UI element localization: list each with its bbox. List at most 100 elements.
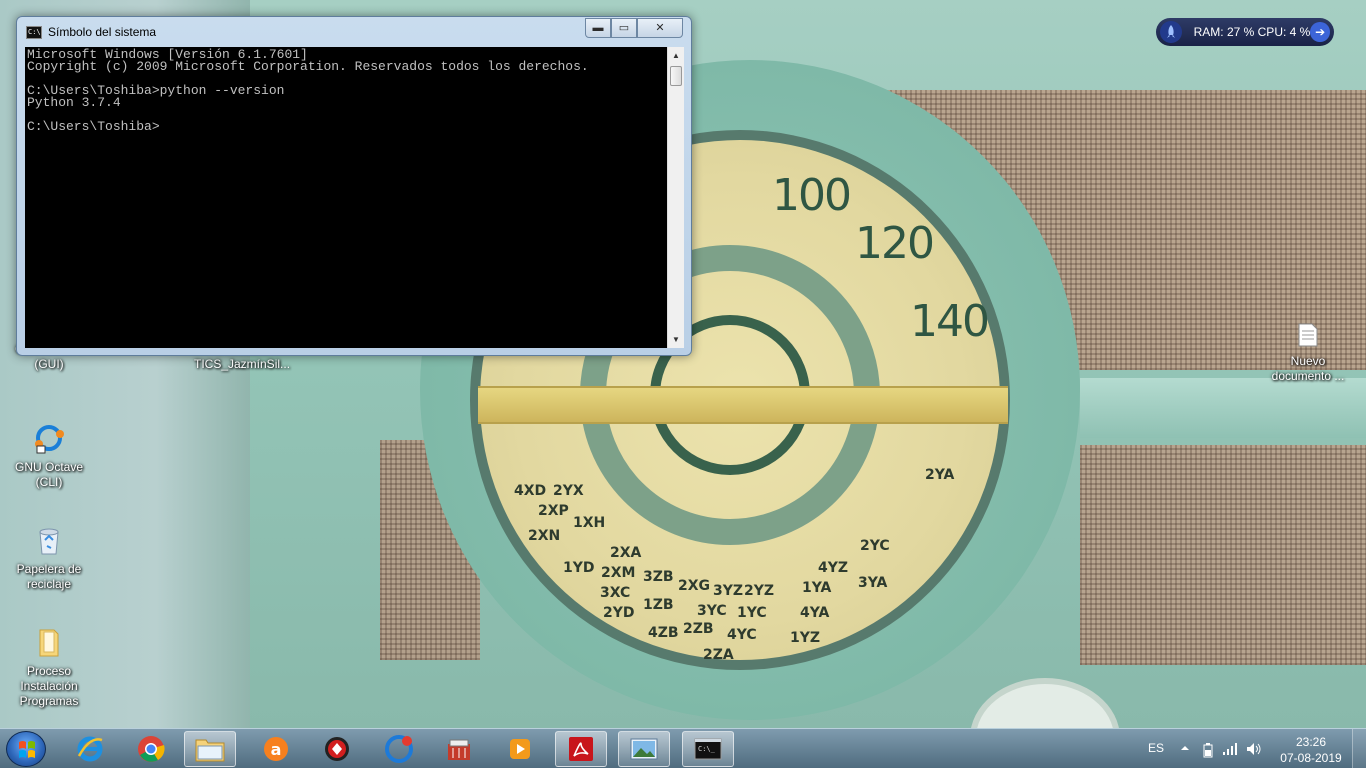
taskbar-video-player[interactable] [494,731,546,767]
dial-station-label: 4YZ [818,560,849,576]
desktop-icon-label: Papelera de reciclaje [16,562,82,591]
internet-explorer-icon [77,736,103,762]
console-icon: C:\ [26,26,42,39]
red-app-icon [325,737,349,761]
console-line: Copyright (c) 2009 Microsoft Corporation… [27,59,589,74]
taskbar-chrome[interactable] [125,731,177,767]
taskbar-file-explorer[interactable] [184,731,236,767]
window-title: Símbolo del sistema [48,25,157,39]
wallpaper-dial-band [478,386,1008,424]
console-line: C:\Users\Toshiba> [27,119,160,134]
rocket-icon [1160,21,1182,43]
dial-station-label: 2YA [925,467,955,483]
dial-station-label: 4YA [800,605,830,621]
wallpaper-speaker-grille [1080,445,1366,665]
dial-station-label: 2YC [860,538,890,554]
volume-icon[interactable] [1246,742,1262,759]
scroll-down-button[interactable]: ▼ [668,331,684,348]
start-button[interactable] [6,731,46,767]
clock-date: 07-08-2019 [1280,751,1342,765]
battery-icon[interactable] [1202,742,1214,761]
dial-station-label: 2XP [538,503,569,519]
taskbar-media-app[interactable] [433,731,485,767]
minimize-button[interactable]: ▬ [585,18,611,38]
wallpaper-trim [1080,378,1366,438]
dial-station-label: 1YC [737,605,767,621]
windows-logo-icon [19,741,35,758]
svg-text:C:\_: C:\_ [698,745,716,753]
dial-station-label: 1YZ [790,630,821,646]
dial-station-label: 3YZ [713,583,744,599]
file-explorer-icon [195,739,225,762]
image-viewer-icon [630,738,658,760]
dial-station-label: 3YC [697,603,727,619]
folder-icon [1,628,97,662]
taskbar-red-app[interactable] [311,731,363,767]
media-app-icon [448,739,470,760]
gadget-stats: RAM: 27 % CPU: 4 % [1193,25,1311,39]
scroll-up-button[interactable]: ▲ [668,47,684,64]
desktop-icon-proceso[interactable]: Proceso Instalación Programas [1,628,97,709]
chrome-icon [138,736,165,762]
network-signal-icon[interactable] [1222,742,1238,759]
maximize-button[interactable]: ▭ [611,18,637,38]
command-prompt-icon: C:\_ [694,738,722,760]
system-monitor-gadget[interactable]: RAM: 27 % CPU: 4 % ➔ [1156,18,1334,46]
dial-station-label: 2ZA [703,647,734,663]
show-desktop-button[interactable] [1352,729,1366,768]
console-line: C:\Users\Toshiba>python --version [27,83,285,98]
dial-station-label: 2XG [678,578,711,594]
dial-station-label: 2YZ [744,583,775,599]
command-prompt-window[interactable]: C:\ Símbolo del sistema ▬ ▭ ✕ Microsoft … [16,16,692,356]
video-player-icon [510,739,530,759]
dial-station-label: 3ZB [643,569,674,585]
dial-number: 100 [772,170,852,221]
language-indicator[interactable]: ES [1148,741,1164,768]
dial-number: 120 [855,218,935,269]
dial-station-label: 1YD [563,560,595,576]
desktop-icon-label: Nuevo documento ... [1271,354,1345,383]
dial-station-label: 2ZB [683,621,714,637]
adobe-reader-icon [569,737,593,761]
dial-station-label: 4YC [727,627,757,643]
console-line: Python 3.7.4 [27,95,121,110]
svg-text:a: a [271,740,282,759]
ccleaner-icon [385,735,413,763]
desktop-icon-label: GNU Octave (CLI) [14,460,83,489]
recycle-bin-icon [1,526,97,560]
clock[interactable]: 23:26 07-08-2019 [1276,734,1346,768]
desktop[interactable]: 100 120 140 4XD 2YX 2XP 1XH 2XN 2XA 1YD 2XM 3ZB 2… [0,0,1366,728]
desktop-icon-label: Proceso Instalación Programas [19,664,79,708]
desktop-icon-recycle-bin[interactable]: Papelera de reciclaje [1,526,97,592]
window-titlebar[interactable]: C:\ Símbolo del sistema ▬ ▭ ✕ [17,17,691,47]
octave-icon [1,422,97,458]
dial-station-label: 1XH [573,515,606,531]
dial-station-label: 3XC [600,585,631,601]
text-document-icon [1260,322,1356,352]
dial-station-label: 4XD [514,483,547,499]
taskbar-image-viewer[interactable] [618,731,670,767]
arrow-right-icon[interactable]: ➔ [1310,22,1330,42]
scrollbar-thumb[interactable] [670,66,682,86]
desktop-icon-nuevo-documento[interactable]: Nuevo documento ... [1260,322,1356,384]
close-button[interactable]: ✕ [637,18,683,38]
taskbar-internet-explorer[interactable] [64,731,116,767]
show-hidden-icons-button[interactable] [1180,742,1190,756]
dial-station-label: 2XM [601,565,636,581]
vertical-scrollbar[interactable]: ▲ ▼ [667,47,684,348]
taskbar-adobe-reader[interactable] [555,731,607,767]
dial-station-label: 1ZB [643,597,674,613]
avast-icon: a [264,737,288,761]
taskbar-command-prompt[interactable]: C:\_ [682,731,734,767]
clock-time: 23:26 [1295,735,1327,749]
taskbar-ccleaner[interactable] [373,731,425,767]
console-output[interactable]: Microsoft Windows [Versión 6.1.7601] Copy… [25,47,667,348]
taskbar-avast[interactable]: a [250,731,302,767]
dial-station-label: 4ZB [648,625,679,641]
dial-station-label: 3YA [858,575,888,591]
desktop-icon-octave-cli[interactable]: GNU Octave (CLI) [1,422,97,490]
dial-station-label: 1YA [802,580,832,596]
dial-station-label: 2XN [528,528,561,544]
dial-number: 140 [910,296,990,347]
taskbar: a C:\_ ES 23:26 07-08-2019 [0,728,1366,768]
